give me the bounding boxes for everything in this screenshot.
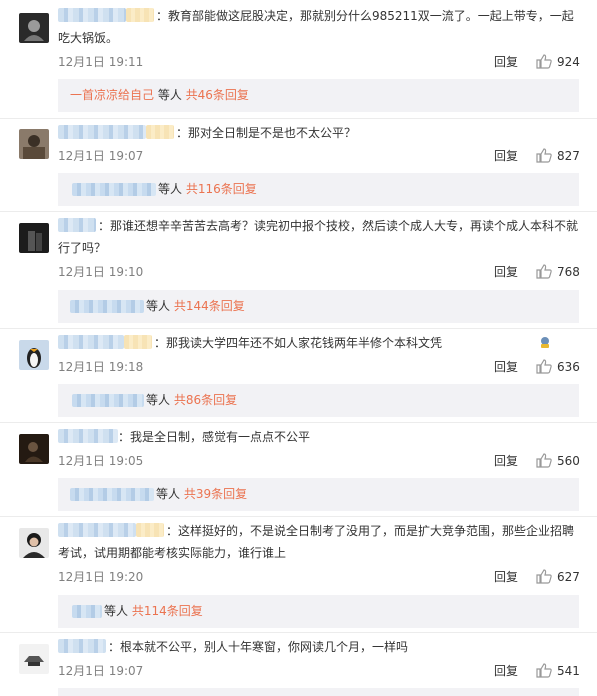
sub-replies-bar[interactable]: 一首凉凉给自己 等人 共46条回复 [58, 79, 579, 112]
comment-item: ：这样挺好的，不是说全日制考了没用了，而是扩大竞争范围，那些企业招聘考试，试用期… [0, 516, 597, 633]
like-count: 768 [557, 265, 580, 279]
comment-date: 12月1日 19:11 [58, 55, 144, 69]
reply-button[interactable]: 回复 [494, 569, 518, 585]
avatar[interactable] [19, 528, 49, 558]
avatar[interactable] [19, 434, 49, 464]
sub-reply-user-blurred[interactable] [70, 300, 144, 313]
reply-button[interactable]: 回复 [494, 453, 518, 469]
comment-text: ：我是全日制，感觉有一点点不公平 [118, 430, 311, 444]
sub-replies-label[interactable]: 等人 共116条回复 [158, 181, 257, 198]
comment-item: ：根本就不公平，别人十年寒窗，你网读几个月，一样吗 12月1日 19:07 回复… [0, 632, 597, 696]
comment-item: ：我是全日制，感觉有一点点不公平 12月1日 19:05 回复 560 等人 共… [0, 422, 597, 517]
sub-reply-mid: 等人 [146, 393, 174, 407]
emoji-icon [442, 334, 550, 348]
like-button[interactable]: 541 [536, 663, 580, 679]
avatar[interactable] [19, 223, 49, 253]
thumb-up-icon [536, 148, 552, 163]
comment-item: ：那对全日制是不是也不太公平？ 12月1日 19:07 回复 827 等人 共1… [0, 118, 597, 212]
sub-replies-label[interactable]: 等人 共39条回复 [156, 486, 247, 503]
comment-text-content: ：那我读大学四年还不如人家花钱两年半修个本科文凭 [154, 336, 443, 350]
sub-reply-mid: 等人 [146, 299, 174, 313]
like-button[interactable]: 827 [536, 148, 580, 164]
comment-date: 12月1日 19:10 [58, 265, 144, 279]
thumb-up-icon [536, 453, 552, 468]
thumb-up-icon [536, 663, 552, 678]
comment-item: ：那谁还想辛辛苦苦去高考？读完初中报个技校，然后读个成人大专，再读个成人本科不就… [0, 211, 597, 329]
like-count: 560 [557, 454, 580, 468]
avatar[interactable] [19, 644, 49, 674]
reply-button[interactable]: 回复 [494, 264, 518, 280]
comment-date: 12月1日 19:07 [58, 149, 144, 163]
sub-reply-mid: 等人 [156, 487, 184, 501]
like-count: 924 [557, 55, 580, 69]
sub-reply-count[interactable]: 共114条回复 [132, 604, 203, 618]
sub-replies-label[interactable]: 等人 共114条回复 [104, 603, 203, 620]
like-button[interactable]: 924 [536, 54, 580, 70]
like-button[interactable]: 560 [536, 453, 580, 469]
sub-reply-count[interactable]: 共116条回复 [186, 182, 257, 196]
comment-text: ：那谁还想辛辛苦苦去高考？读完初中报个技校，然后读个成人大专，再读个成人本科不就… [58, 219, 579, 255]
sub-reply-count[interactable]: 共86条回复 [174, 393, 237, 407]
comment-item: ：教育部能做这屁股决定，那就别分什么985211双一流了。一起上带专，一起吃大锅… [0, 0, 597, 118]
comment-date: 12月1日 19:05 [58, 454, 144, 468]
sub-reply-user-blurred[interactable] [72, 183, 156, 196]
thumb-up-icon [536, 54, 552, 69]
like-count: 627 [557, 570, 580, 584]
avatar[interactable] [19, 13, 49, 43]
sub-reply-user-blurred[interactable] [72, 605, 102, 618]
like-button[interactable]: 636 [536, 359, 580, 375]
sub-reply-count[interactable]: 共144条回复 [174, 299, 245, 313]
sub-replies-bar[interactable]: 等人 共39条回复 [58, 478, 579, 511]
comment-date: 12月1日 19:07 [58, 664, 144, 678]
sub-reply-mid: 等人 [104, 604, 132, 618]
sub-reply-user-blurred[interactable] [70, 488, 154, 501]
comment-text: ：根本就不公平，别人十年寒窗，你网读几个月，一样吗 [108, 640, 409, 654]
comment-date: 12月1日 19:18 [58, 360, 144, 374]
thumb-up-icon [536, 569, 552, 584]
sub-replies-bar[interactable]: 等人 共116条回复 [58, 173, 579, 206]
reply-button[interactable]: 回复 [494, 663, 518, 679]
sub-reply-count[interactable]: 共39条回复 [184, 487, 247, 501]
sub-replies-bar[interactable]: 等人 共144条回复 [58, 290, 579, 323]
sub-reply-mid: 等人 [154, 88, 186, 102]
like-count: 827 [557, 149, 580, 163]
comment-text: ：教育部能做这屁股决定，那就别分什么985211双一流了。一起上带专，一起吃大锅… [58, 9, 574, 45]
sub-replies-bar-partial[interactable] [58, 688, 579, 696]
comment-text: ：这样挺好的，不是说全日制考了没用了，而是扩大竞争范围，那些企业招聘考试，试用期… [58, 524, 575, 560]
reply-button[interactable]: 回复 [494, 54, 518, 70]
thumb-up-icon [536, 359, 552, 374]
thumb-up-icon [536, 264, 552, 279]
comment-date: 12月1日 19:20 [58, 570, 144, 584]
sub-replies-label[interactable]: 一首凉凉给自己 等人 共46条回复 [70, 87, 249, 104]
like-count: 541 [557, 664, 580, 678]
sub-reply-user-blurred[interactable] [72, 394, 144, 407]
comment-item: ：那我读大学四年还不如人家花钱两年半修个本科文凭 12月1日 19:18 回复 … [0, 328, 597, 423]
sub-replies-bar[interactable]: 等人 共86条回复 [58, 384, 579, 417]
like-button[interactable]: 768 [536, 264, 580, 280]
comment-text: ：那对全日制是不是也不太公平？ [176, 126, 357, 140]
like-button[interactable]: 627 [536, 569, 580, 585]
sub-reply-count[interactable]: 共46条回复 [186, 88, 249, 102]
sub-reply-mid: 等人 [158, 182, 186, 196]
sub-replies-bar[interactable]: 等人 共114条回复 [58, 595, 579, 628]
avatar[interactable] [19, 129, 49, 159]
like-count: 636 [557, 360, 580, 374]
sub-replies-label[interactable]: 等人 共86条回复 [146, 392, 237, 409]
reply-button[interactable]: 回复 [494, 359, 518, 375]
comment-text: ：那我读大学四年还不如人家花钱两年半修个本科文凭 [58, 332, 578, 354]
avatar[interactable] [19, 340, 49, 370]
reply-button[interactable]: 回复 [494, 148, 518, 164]
sub-reply-user[interactable]: 一首凉凉给自己 [70, 88, 154, 102]
sub-replies-label[interactable]: 等人 共144条回复 [146, 298, 245, 315]
